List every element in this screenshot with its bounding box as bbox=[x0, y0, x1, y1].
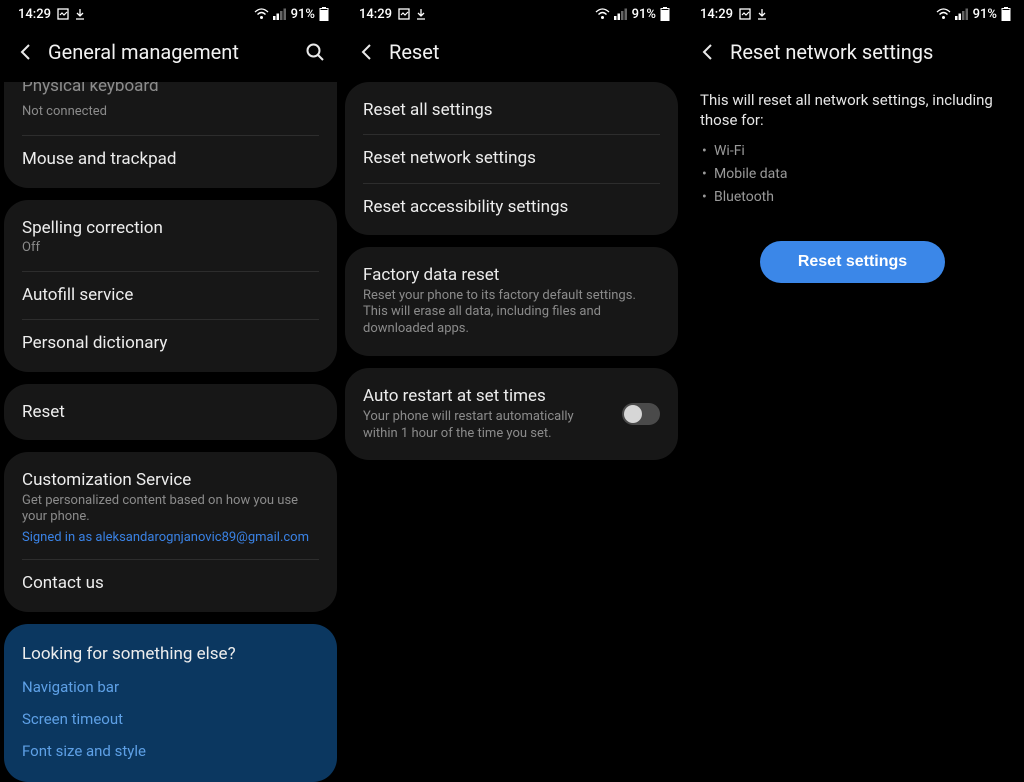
subtext: Off bbox=[22, 240, 319, 257]
status-time: 14:29 bbox=[700, 7, 733, 22]
subtext: Reset your phone to its factory default … bbox=[363, 288, 660, 339]
battery-icon bbox=[319, 7, 329, 21]
page-title: Reset network settings bbox=[730, 40, 1009, 64]
reset-list: Wi-Fi Mobile data Bluetooth bbox=[700, 143, 1005, 205]
back-button[interactable] bbox=[355, 40, 379, 64]
row-autofill-service[interactable]: Autofill service bbox=[4, 271, 337, 319]
label: Mouse and trackpad bbox=[22, 149, 319, 169]
label: Spelling correction bbox=[22, 218, 319, 238]
header: Reset network settings bbox=[682, 28, 1023, 82]
phone-reset: 14:29 91% Reset Re bbox=[341, 0, 682, 759]
quicklink-navigation-bar[interactable]: Navigation bar bbox=[22, 678, 319, 696]
description-text: This will reset all network settings, in… bbox=[700, 90, 1005, 131]
download-icon bbox=[75, 8, 85, 20]
label: Reset bbox=[22, 402, 319, 422]
quicklink-font-size-style[interactable]: Font size and style bbox=[22, 742, 319, 760]
row-reset-accessibility-settings[interactable]: Reset accessibility settings bbox=[345, 183, 678, 231]
card-factory-reset: Factory data reset Reset your phone to i… bbox=[345, 247, 678, 356]
subtext: Not connected bbox=[22, 104, 319, 121]
card-looking-for: Looking for something else? Navigation b… bbox=[4, 624, 337, 782]
battery-icon bbox=[1001, 7, 1011, 21]
card-reset-options: Reset all settings Reset network setting… bbox=[345, 82, 678, 235]
label: Customization Service bbox=[22, 470, 319, 490]
label: Reset all settings bbox=[363, 100, 660, 120]
label: Physical keyboard bbox=[22, 82, 319, 96]
screenshot-icon bbox=[739, 8, 751, 20]
screenshot-icon bbox=[398, 8, 410, 20]
signed-in-link[interactable]: Signed in as aleksandarognjanovic89@gmai… bbox=[22, 530, 319, 545]
row-customization-service[interactable]: Customization Service Get personalized c… bbox=[4, 456, 337, 559]
row-reset-network-settings[interactable]: Reset network settings bbox=[345, 134, 678, 182]
quicklink-screen-timeout[interactable]: Screen timeout bbox=[22, 710, 319, 728]
signal-icon bbox=[614, 8, 628, 20]
row-contact-us[interactable]: Contact us bbox=[4, 559, 337, 607]
status-time: 14:29 bbox=[18, 7, 51, 22]
back-button[interactable] bbox=[696, 40, 720, 64]
card-input-devices: Physical keyboard Not connected Mouse an… bbox=[4, 82, 337, 188]
list-item-bluetooth: Bluetooth bbox=[714, 189, 1005, 205]
download-icon bbox=[757, 8, 767, 20]
looking-for-heading: Looking for something else? bbox=[22, 644, 319, 664]
battery-percent: 91% bbox=[973, 7, 997, 22]
row-spelling-correction[interactable]: Spelling correction Off bbox=[4, 204, 337, 271]
signal-icon bbox=[955, 8, 969, 20]
reset-settings-button[interactable]: Reset settings bbox=[760, 241, 945, 283]
list-item-mobile-data: Mobile data bbox=[714, 166, 1005, 182]
phone-general-management: 14:29 91% General management bbox=[0, 0, 341, 759]
battery-percent: 91% bbox=[632, 7, 656, 22]
row-auto-restart[interactable]: Auto restart at set times Your phone wil… bbox=[345, 372, 678, 456]
label: Reset network settings bbox=[363, 148, 660, 168]
label: Reset accessibility settings bbox=[363, 197, 660, 217]
row-physical-keyboard[interactable]: Physical keyboard Not connected bbox=[4, 82, 337, 135]
card-text-input: Spelling correction Off Autofill service… bbox=[4, 200, 337, 372]
battery-percent: 91% bbox=[291, 7, 315, 22]
subtext: Get personalized content based on how yo… bbox=[22, 493, 319, 527]
row-factory-data-reset[interactable]: Factory data reset Reset your phone to i… bbox=[345, 251, 678, 352]
wifi-icon bbox=[254, 8, 269, 20]
screenshot-icon bbox=[57, 8, 69, 20]
row-reset-all-settings[interactable]: Reset all settings bbox=[345, 86, 678, 134]
back-button[interactable] bbox=[14, 40, 38, 64]
label: Factory data reset bbox=[363, 265, 660, 285]
page-title: General management bbox=[48, 40, 303, 64]
list-item-wifi: Wi-Fi bbox=[714, 143, 1005, 159]
status-bar: 14:29 91% bbox=[0, 0, 341, 28]
header: General management bbox=[0, 28, 341, 82]
card-auto-restart: Auto restart at set times Your phone wil… bbox=[345, 368, 678, 460]
row-reset[interactable]: Reset bbox=[4, 388, 337, 436]
row-mouse-trackpad[interactable]: Mouse and trackpad bbox=[4, 135, 337, 183]
reset-network-description: This will reset all network settings, in… bbox=[682, 82, 1023, 283]
wifi-icon bbox=[936, 8, 951, 20]
label: Contact us bbox=[22, 573, 319, 593]
phone-reset-network: 14:29 91% Reset network settings bbox=[682, 0, 1023, 759]
card-reset: Reset bbox=[4, 384, 337, 440]
battery-icon bbox=[660, 7, 670, 21]
toggle-knob bbox=[624, 405, 642, 423]
wifi-icon bbox=[595, 8, 610, 20]
label: Auto restart at set times bbox=[363, 386, 608, 406]
row-personal-dictionary[interactable]: Personal dictionary bbox=[4, 319, 337, 367]
status-bar: 14:29 91% bbox=[341, 0, 682, 28]
page-title: Reset bbox=[389, 40, 668, 64]
subtext: Your phone will restart automatically wi… bbox=[363, 409, 608, 443]
auto-restart-toggle[interactable] bbox=[622, 403, 660, 425]
search-button[interactable] bbox=[303, 40, 327, 64]
status-time: 14:29 bbox=[359, 7, 392, 22]
label: Personal dictionary bbox=[22, 333, 319, 353]
signal-icon bbox=[273, 8, 287, 20]
download-icon bbox=[416, 8, 426, 20]
card-services: Customization Service Get personalized c… bbox=[4, 452, 337, 612]
label: Autofill service bbox=[22, 285, 319, 305]
status-bar: 14:29 91% bbox=[682, 0, 1023, 28]
header: Reset bbox=[341, 28, 682, 82]
